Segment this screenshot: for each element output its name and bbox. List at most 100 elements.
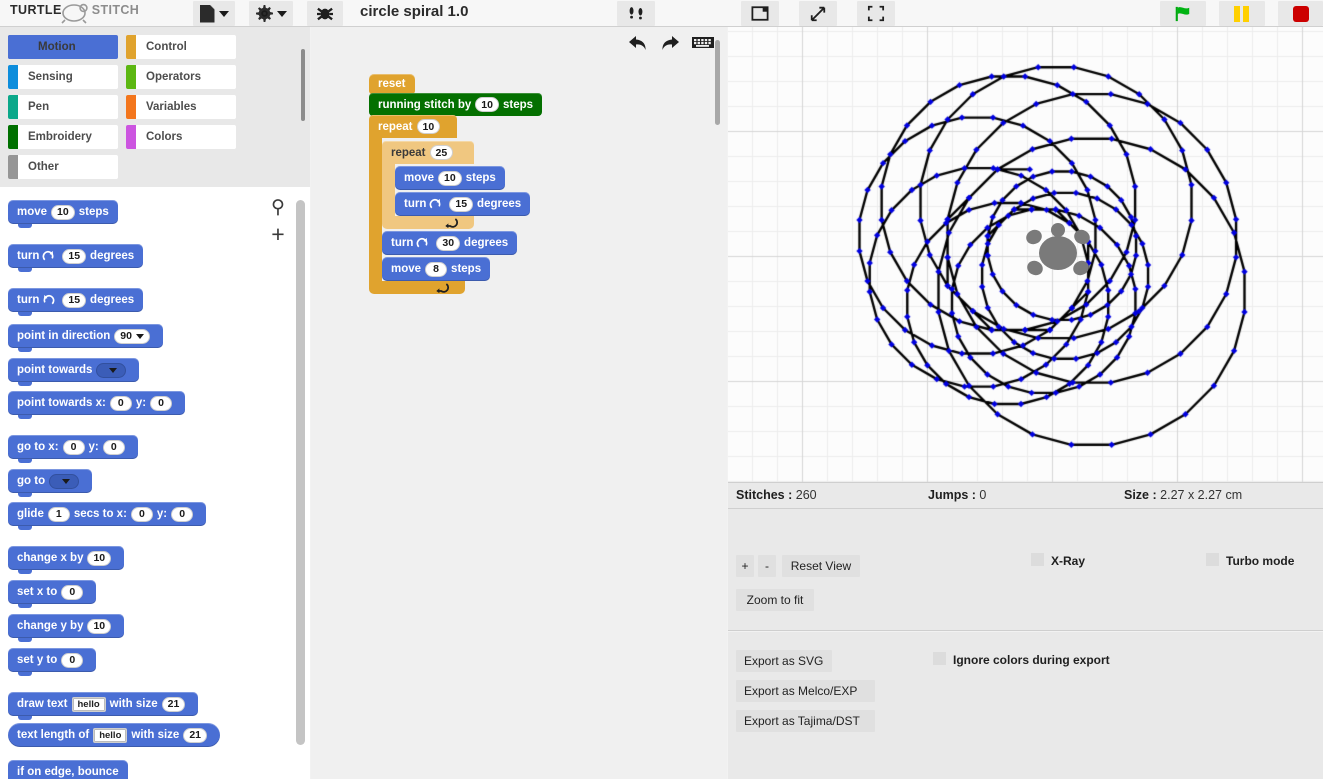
undo-icon[interactable] <box>627 33 649 58</box>
export-tajima-button[interactable]: Export as Tajima/DST <box>736 710 875 732</box>
redo-icon[interactable] <box>659 33 681 58</box>
block-number-input[interactable]: 10 <box>87 550 112 566</box>
block-turn-inner[interactable]: turn 15 degrees <box>395 192 531 216</box>
block-number-input[interactable]: 10 <box>87 618 112 634</box>
export-melco-button[interactable]: Export as Melco/EXP <box>736 680 875 702</box>
palette-block-move-steps[interactable]: move 10 steps <box>8 200 118 228</box>
reset-view-button[interactable]: Reset View <box>782 555 860 577</box>
block-turn-outer[interactable]: turn 30 degrees <box>382 231 530 255</box>
block-repeat-inner[interactable]: repeat 25 move 10 steps turn 15 degrees <box>382 141 531 229</box>
block-number-input[interactable]: 10 <box>416 119 441 134</box>
block-number-input[interactable]: 25 <box>429 145 454 160</box>
block-label: change x by <box>17 552 84 564</box>
block-number-input[interactable]: 1 <box>47 506 70 522</box>
xray-checkbox[interactable] <box>1031 553 1044 566</box>
block-number-input[interactable]: 0 <box>130 506 153 522</box>
palette-block-point-towards[interactable]: point towards <box>8 358 140 386</box>
script-stack[interactable]: reset running stitch by 10 steps repeat … <box>369 74 543 294</box>
file-page-icon <box>199 4 215 23</box>
block-number-input[interactable]: 21 <box>183 727 207 743</box>
category-control[interactable]: Control <box>126 35 236 59</box>
block-reset[interactable]: reset <box>369 74 542 94</box>
block-number-input[interactable]: 15 <box>449 196 474 212</box>
block-number-input[interactable]: 10 <box>51 204 75 220</box>
plus-icon[interactable]: + <box>264 221 292 247</box>
palette-block-text-length-of[interactable]: text length of hello with size 21 <box>8 723 220 747</box>
category-embroidery[interactable]: Embroidery <box>8 125 118 149</box>
block-repeat-outer[interactable]: repeat 10 repeat 25 move 10 steps turn 1… <box>369 115 542 294</box>
block-text-input[interactable]: hello <box>93 727 128 743</box>
category-motion[interactable]: Motion <box>8 35 118 59</box>
shrink-stage-button[interactable] <box>799 1 837 26</box>
bug-debug-button[interactable] <box>307 1 343 26</box>
category-colors[interactable]: Colors <box>126 125 236 149</box>
category-label: Other <box>28 161 59 173</box>
file-menu-button[interactable] <box>193 1 235 26</box>
block-running-stitch[interactable]: running stitch by 10 steps <box>369 93 543 116</box>
search-icon[interactable]: ⚲ <box>264 195 292 221</box>
category-other[interactable]: Other <box>8 155 118 179</box>
block-label: turn <box>17 294 40 306</box>
stage-canvas[interactable] <box>728 27 1323 482</box>
palette-block-go-to[interactable]: go to <box>8 469 93 497</box>
block-text-input[interactable]: hello <box>71 696 106 712</box>
pause-button[interactable] <box>1219 1 1265 26</box>
export-svg-label: Export as SVG <box>744 654 824 668</box>
stop-button[interactable] <box>1278 1 1323 26</box>
target-dropdown[interactable] <box>96 362 127 378</box>
turbo-mode-checkbox[interactable] <box>1206 553 1219 566</box>
palette-block-go-to-xy[interactable]: go to x: 0 y: 0 <box>8 435 138 463</box>
palette-block-point-in-direction[interactable]: point in direction 90 <box>8 324 163 352</box>
palette-block-set-x-to[interactable]: set x to 0 <box>8 580 97 608</box>
direction-dropdown[interactable]: 90 <box>114 328 150 344</box>
turtle-sprite[interactable] <box>1023 223 1093 283</box>
block-number-input[interactable]: 10 <box>475 97 499 112</box>
script-scrollbar[interactable] <box>715 40 720 125</box>
block-number-input[interactable]: 10 <box>438 170 462 186</box>
target-dropdown[interactable] <box>49 473 80 489</box>
block-move-inner[interactable]: move 10 steps <box>395 166 530 190</box>
block-number-input[interactable]: 0 <box>150 395 173 411</box>
palette-scrollbar[interactable] <box>296 200 305 745</box>
keyboard-icon[interactable] <box>691 33 715 58</box>
palette-block-turn-cw[interactable]: turn 15 degrees <box>8 244 144 272</box>
ignore-colors-checkbox[interactable] <box>933 652 946 665</box>
palette-block-change-x-by[interactable]: change x by 10 <box>8 546 125 574</box>
visible-stepping-button[interactable] <box>617 1 655 26</box>
zoom-in-button[interactable]: + <box>736 555 754 577</box>
block-number-input[interactable]: 0 <box>171 506 194 522</box>
block-number-input[interactable]: 0 <box>109 395 132 411</box>
block-number-input[interactable]: 30 <box>436 235 461 251</box>
block-label: point towards x: <box>17 397 106 409</box>
block-move-outer[interactable]: move 8 steps <box>382 257 530 281</box>
zoom-to-fit-button[interactable]: Zoom to fit <box>736 589 814 611</box>
category-variables[interactable]: Variables <box>126 95 236 119</box>
palette-block-if-on-edge-bounce[interactable]: if on edge, bounce <box>8 760 128 779</box>
presentation-mode-button[interactable] <box>741 1 779 26</box>
block-number-input[interactable]: 21 <box>161 696 186 712</box>
category-sensing[interactable]: Sensing <box>8 65 118 89</box>
block-number-input[interactable]: 15 <box>62 292 87 308</box>
category-scrollbar[interactable] <box>301 49 305 121</box>
export-svg-button[interactable]: Export as SVG <box>736 650 832 672</box>
category-operators[interactable]: Operators <box>126 65 236 89</box>
block-number-input[interactable]: 0 <box>61 652 84 668</box>
zoom-out-button[interactable]: - <box>758 555 776 577</box>
palette-block-change-y-by[interactable]: change y by 10 <box>8 614 125 642</box>
block-number-input[interactable]: 0 <box>62 439 85 455</box>
block-number-input[interactable]: 0 <box>61 584 84 600</box>
palette-block-glide[interactable]: glide 1 secs to x: 0 y: 0 <box>8 502 207 530</box>
settings-menu-button[interactable] <box>249 1 293 26</box>
block-number-input[interactable]: 8 <box>425 261 448 277</box>
category-pen[interactable]: Pen <box>8 95 118 119</box>
palette-block-set-y-to[interactable]: set y to 0 <box>8 648 97 676</box>
fullscreen-button[interactable] <box>857 1 895 26</box>
palette-block-point-towards-xy[interactable]: point towards x: 0 y: 0 <box>8 391 186 419</box>
block-number-input[interactable]: 15 <box>62 248 87 264</box>
palette-block-draw-text[interactable]: draw text hello with size 21 <box>8 692 199 720</box>
c-slot-bottom <box>369 281 465 294</box>
green-flag-button[interactable] <box>1160 1 1206 26</box>
palette-block-turn-ccw[interactable]: turn 15 degrees <box>8 288 144 316</box>
block-number-input[interactable]: 0 <box>102 439 125 455</box>
scripting-area[interactable]: reset running stitch by 10 steps repeat … <box>311 27 727 779</box>
